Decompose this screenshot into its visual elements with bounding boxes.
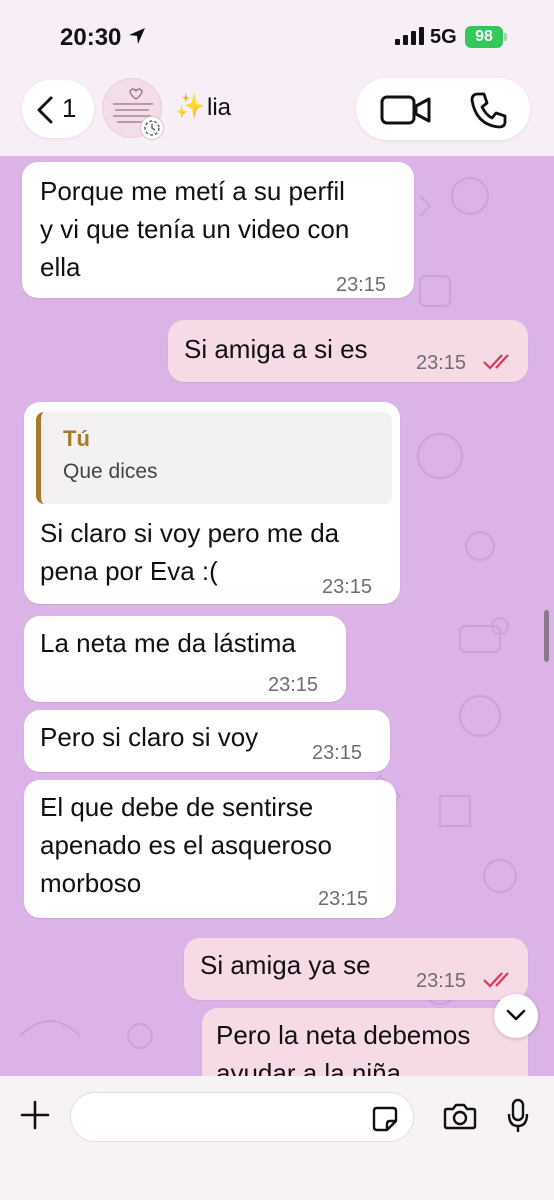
call-actions [356, 78, 530, 140]
message-bubble-incoming[interactable]: Porque me metí a su perfil y vi que tení… [22, 162, 414, 298]
phone-icon[interactable] [468, 90, 508, 130]
status-bar: 20:30 5G 98 [0, 0, 554, 72]
chevron-left-icon [37, 96, 53, 124]
status-ring-icon [140, 116, 164, 140]
plus-icon[interactable] [20, 1100, 50, 1130]
message-time: 23:15 [336, 274, 387, 296]
contact-name[interactable]: lia [207, 94, 231, 122]
message-time: 23:15 [312, 742, 363, 764]
read-receipt-icon [483, 972, 509, 988]
network-type: 5G [430, 26, 457, 48]
message-bubble-outgoing[interactable]: Si amiga ya se 23:15 [184, 938, 528, 1000]
message-text: El que debe de sentirse apenado es el as… [40, 792, 333, 898]
contact-emoji: ✨ [175, 93, 205, 120]
quoted-text: Que dices [63, 460, 158, 483]
message-text: Porque me metí a su perfil y vi que tení… [40, 176, 350, 282]
message-bubble-outgoing[interactable]: Si amiga a si es 23:15 [168, 320, 528, 382]
message-bubble-incoming[interactable]: Pero si claro si voy 23:15 [24, 710, 390, 772]
chevron-down-icon [506, 1009, 526, 1021]
message-text: Si amiga a si es [184, 334, 368, 364]
message-bubble-incoming[interactable]: El que debe de sentirse apenado es el as… [24, 780, 396, 918]
cellular-signal-icon [395, 27, 424, 45]
camera-icon[interactable] [443, 1102, 477, 1130]
message-text: Si amiga ya se [200, 950, 371, 980]
message-time: 23:15 [416, 352, 467, 374]
message-bubble-incoming[interactable]: Tú Que dices Si claro si voy pero me da … [24, 402, 400, 604]
back-button[interactable]: 1 [22, 80, 94, 138]
message-text: Pero si claro si voy [40, 722, 259, 752]
battery-indicator: 98 [465, 26, 503, 48]
battery-tip [504, 33, 507, 41]
message-time: 23:15 [318, 888, 369, 910]
message-composer [0, 1076, 554, 1200]
chat-area[interactable]: Porque me metí a su perfil y vi que tení… [0, 156, 554, 1076]
unread-count: 1 [62, 93, 77, 123]
read-receipt-icon [483, 354, 509, 370]
microphone-icon[interactable] [506, 1098, 530, 1134]
message-text: Pero la neta debemos ayudar a la niña [216, 1020, 471, 1076]
message-time: 23:15 [322, 576, 373, 598]
location-arrow-icon [129, 28, 145, 44]
message-text: La neta me da lástima [40, 628, 296, 658]
scrollbar[interactable] [544, 610, 549, 662]
message-time: 23:15 [268, 674, 319, 696]
message-bubble-incoming[interactable]: La neta me da lástima 23:15 [24, 616, 346, 702]
sticker-icon[interactable] [371, 1105, 399, 1133]
message-time: 23:15 [416, 970, 467, 992]
quoted-message[interactable]: Tú Que dices [36, 412, 392, 504]
quoted-author: Tú [63, 426, 90, 451]
chat-header: 1 ✨ lia [0, 72, 554, 158]
message-bubble-outgoing[interactable]: Pero la neta debemos ayudar a la niña [202, 1008, 528, 1076]
scroll-to-bottom-button[interactable] [494, 994, 538, 1038]
message-text: Si claro si voy pero me da pena por Eva … [40, 518, 340, 586]
video-camera-icon[interactable] [380, 94, 432, 126]
message-input[interactable] [70, 1092, 414, 1142]
status-time: 20:30 [60, 24, 122, 51]
